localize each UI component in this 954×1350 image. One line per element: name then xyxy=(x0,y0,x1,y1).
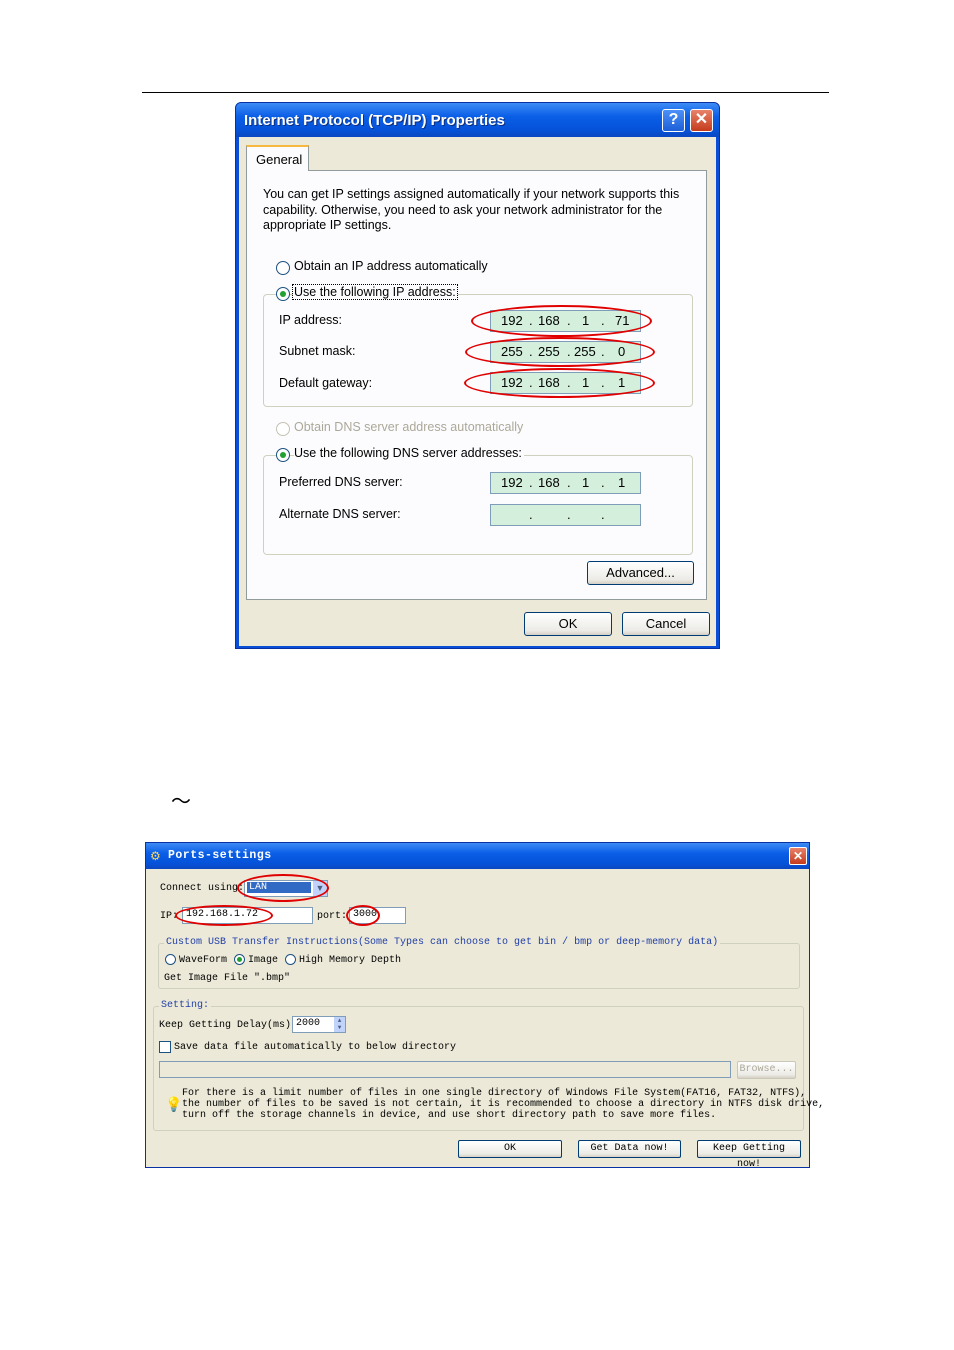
default-gateway-label: Default gateway: xyxy=(279,376,373,390)
obtain-ip-radio[interactable] xyxy=(276,261,290,275)
alternate-dns-field[interactable]: ... xyxy=(490,504,641,526)
use-ip-radio[interactable] xyxy=(276,287,290,301)
subnet-mask-label: Subnet mask: xyxy=(279,344,356,358)
ip-address-highlight xyxy=(471,305,652,337)
obtain-ip-label[interactable]: Obtain an IP address automatically xyxy=(294,259,488,273)
usb-group-title: Custom USB Transfer Instructions(Some Ty… xyxy=(164,937,721,948)
waveform-label[interactable]: WaveForm xyxy=(179,955,227,966)
general-tab-panel: You can get IP settings assigned automat… xyxy=(246,170,707,600)
subnet-mask-highlight xyxy=(465,337,655,367)
ip-highlight xyxy=(175,905,273,926)
image-radio[interactable] xyxy=(234,954,245,965)
obtain-dns-radio[interactable] xyxy=(276,422,290,436)
save-data-checkbox[interactable] xyxy=(159,1041,171,1053)
keep-delay-label: Keep Getting Delay(ms): xyxy=(159,1020,298,1031)
ports-dialog-title: Ports-settings xyxy=(168,849,272,862)
get-data-now-button[interactable]: Get Data now! xyxy=(578,1140,681,1158)
ports-settings-dialog: ⚙ Ports-settings ✕ Connect using: LAN ▼ … xyxy=(145,842,824,1170)
dialog-client: General You can get IP settings assigned… xyxy=(239,137,716,646)
setting-group-title: Setting: xyxy=(159,1000,212,1011)
advanced-button[interactable]: Advanced... xyxy=(587,561,694,585)
ok-button[interactable]: OK xyxy=(524,612,612,636)
browse-button[interactable]: Browse... xyxy=(737,1061,796,1079)
port-highlight xyxy=(346,905,380,926)
note-line-3: turn off the storage channels in device,… xyxy=(182,1110,717,1121)
cancel-button[interactable]: Cancel xyxy=(622,612,710,636)
connect-using-label: Connect using: xyxy=(160,883,245,894)
image-label[interactable]: Image xyxy=(248,955,278,966)
help-button[interactable]: ? xyxy=(662,109,685,132)
alternate-dns-label: Alternate DNS server: xyxy=(279,507,401,521)
spinner-arrows-icon[interactable]: ▲ ▼ xyxy=(334,1017,345,1032)
lightbulb-icon: 💡 xyxy=(165,1096,183,1112)
keep-getting-now-button[interactable]: Keep Getting now! xyxy=(697,1140,801,1170)
save-data-label[interactable]: Save data file automatically to below di… xyxy=(174,1042,456,1053)
ports-close-button[interactable]: ✕ xyxy=(789,847,807,865)
ports-titlebar: ⚙ Ports-settings ✕ xyxy=(146,843,809,869)
ports-ok-button[interactable]: OK xyxy=(458,1140,562,1158)
note-line-1: For there is a limit number of files in … xyxy=(182,1088,807,1099)
get-image-file-text: Get Image File ".bmp" xyxy=(164,973,291,984)
connect-using-highlight xyxy=(237,874,329,902)
tab-general[interactable]: General xyxy=(246,145,309,171)
port-label: port: xyxy=(317,911,348,922)
ip-address-label: IP address: xyxy=(279,313,343,327)
obtain-dns-label[interactable]: Obtain DNS server address automatically xyxy=(294,420,523,434)
use-ip-label[interactable]: Use the following IP address: xyxy=(292,284,458,300)
page-header-rule xyxy=(142,92,829,93)
settings-gear-icon: ⚙ xyxy=(150,849,161,863)
default-gateway-highlight xyxy=(464,368,655,398)
close-button[interactable]: ✕ xyxy=(690,109,713,132)
directory-path-input[interactable] xyxy=(159,1061,731,1078)
high-memory-radio[interactable] xyxy=(285,954,296,965)
preferred-dns-field[interactable]: 192. 168. 1. 1 xyxy=(490,472,641,494)
dialog-titlebar: Internet Protocol (TCP/IP) Properties ? … xyxy=(236,103,719,137)
keep-delay-input[interactable]: 2000 ▲ ▼ xyxy=(292,1016,346,1033)
use-dns-radio[interactable] xyxy=(276,448,290,462)
description-text: You can get IP settings assigned automat… xyxy=(263,187,680,232)
tilde-glyph: ～ xyxy=(171,789,191,813)
tcpip-properties-dialog: Internet Protocol (TCP/IP) Properties ? … xyxy=(235,102,720,649)
preferred-dns-label: Preferred DNS server: xyxy=(279,475,403,489)
note-line-2: the number of files to be saved is not c… xyxy=(182,1099,825,1110)
use-dns-label[interactable]: Use the following DNS server addresses: xyxy=(294,446,524,460)
high-memory-label[interactable]: High Memory Depth xyxy=(299,955,401,966)
dialog-title: Internet Protocol (TCP/IP) Properties xyxy=(244,112,505,129)
waveform-radio[interactable] xyxy=(165,954,176,965)
